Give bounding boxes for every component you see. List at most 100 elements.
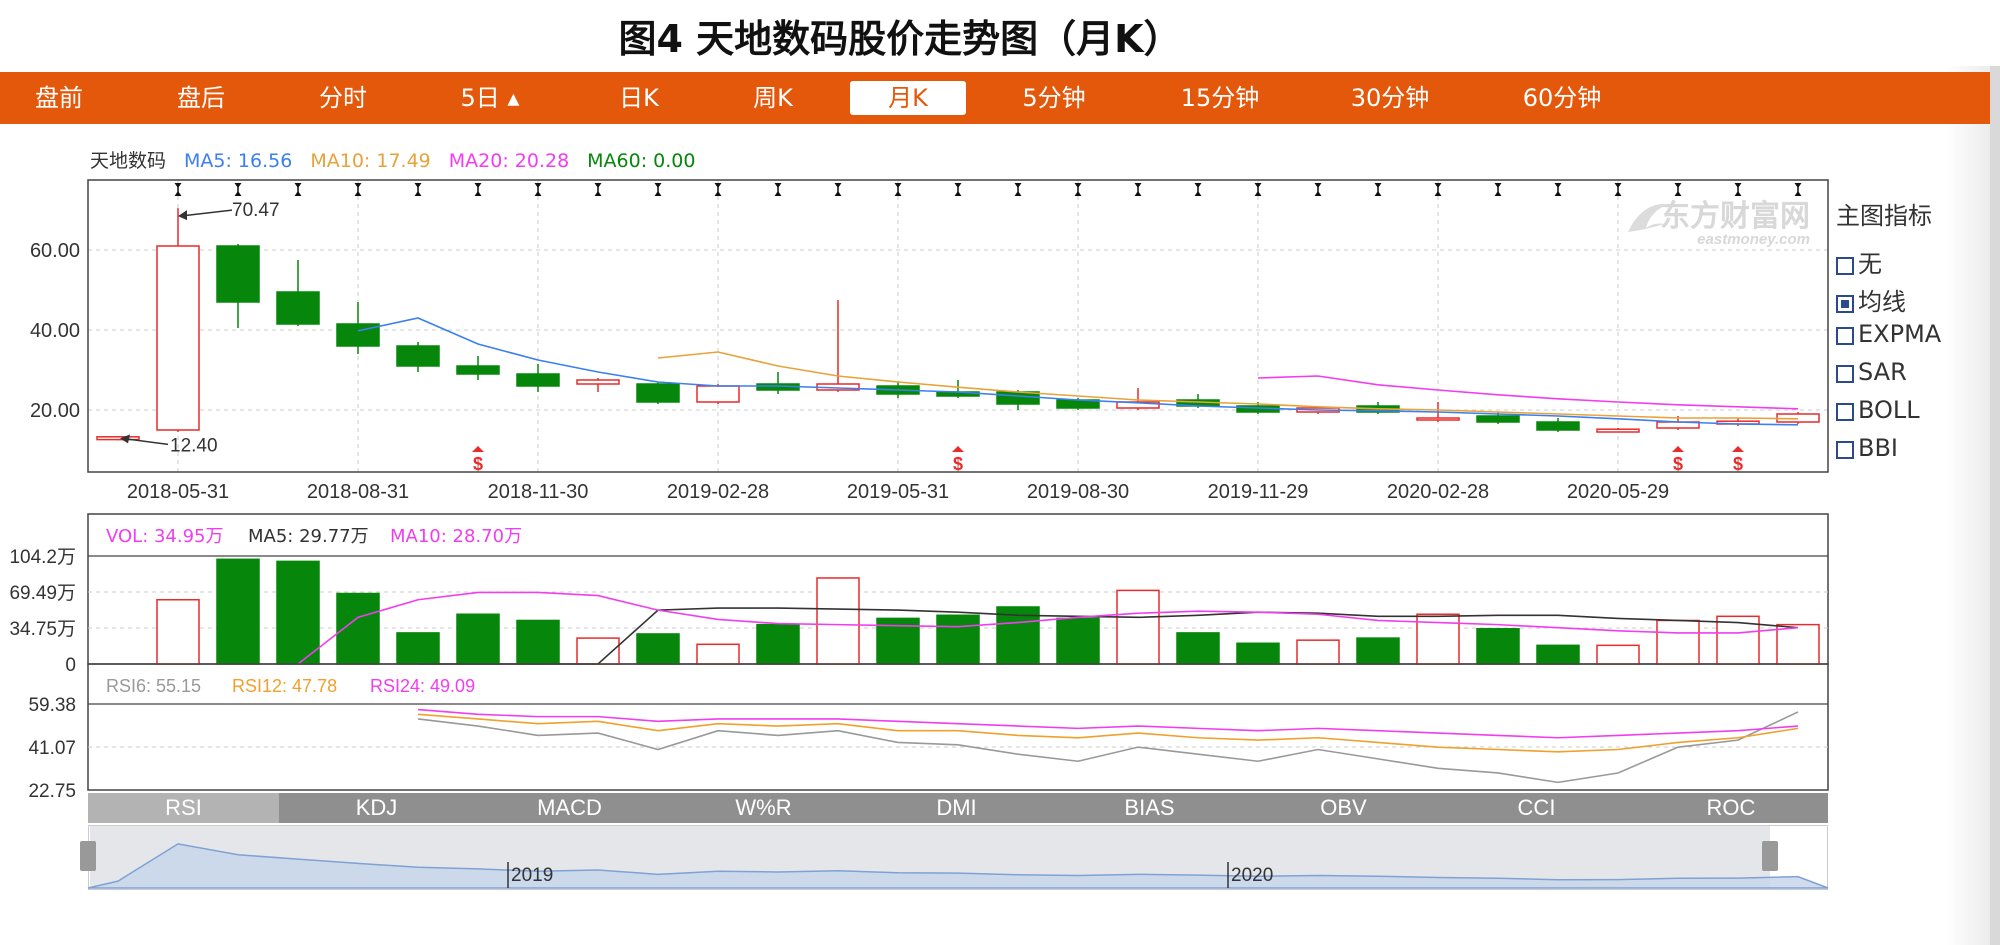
dividend-marker-glyph: $: [473, 454, 483, 474]
month-pin-icon: [594, 183, 602, 196]
date-x-tick: 2018-05-31: [127, 481, 229, 503]
volume-bar: [816, 577, 860, 665]
dividend-marker-glyph: $: [1673, 454, 1683, 474]
max-price-label: 70.47: [232, 200, 280, 221]
volume-legend-ma5: MA5: 29.77万: [248, 526, 369, 547]
volume-ma-line-ma5: [418, 607, 1799, 665]
month-pin-icon: [534, 183, 542, 196]
candle-body: [576, 379, 620, 385]
rsi-legend-rsi12: RSI12: 47.78: [232, 676, 337, 696]
volume-bar: [276, 560, 320, 665]
candle: [636, 382, 680, 404]
rsi-y-tick: 41.07: [28, 738, 76, 759]
month-pin-icon: [1014, 183, 1022, 196]
volume-bar: [1476, 628, 1520, 665]
volume-legend-ma10: MA10: 28.70万: [390, 526, 522, 547]
volume-bar: [1776, 623, 1820, 665]
volume-bar: [636, 633, 680, 665]
rsi-line-rsi24: [417, 708, 1799, 739]
navigator-year-label: 2019: [511, 865, 553, 886]
volume-bar: [456, 613, 500, 665]
dividend-marker-arrow: [1672, 446, 1684, 452]
watermark-subtext: eastmoney.com: [1697, 231, 1810, 248]
dividend-marker-glyph: $: [1733, 454, 1743, 474]
candle-body: [156, 245, 200, 431]
month-pin-icon: [1134, 183, 1142, 196]
candle: [396, 342, 440, 372]
volume-bar: [756, 623, 800, 665]
candle: [216, 244, 260, 328]
month-pin-icon: [1674, 183, 1682, 196]
month-pin-icon: [834, 183, 842, 196]
dividend-marker-icon: $: [1672, 446, 1684, 474]
rsi-y-tick: 59.38: [28, 695, 76, 716]
volume-bar: [696, 643, 740, 665]
dividend-marker-arrow: [952, 446, 964, 452]
ma-line-ma20: [1257, 375, 1799, 410]
volume-bar: [1056, 617, 1100, 665]
candle-body: [276, 291, 320, 325]
max-arrow-icon: [178, 210, 187, 221]
volume-bar: [1236, 642, 1280, 665]
candle-body: [636, 383, 680, 403]
month-pin-icon: [1374, 183, 1382, 196]
date-x-tick: 2018-11-30: [488, 481, 589, 503]
min-price-label: 12.40: [170, 435, 218, 456]
candle-body: [1536, 421, 1580, 431]
volume-bar: [516, 619, 560, 665]
month-pin-icon: [894, 183, 902, 196]
dividend-marker-icon: $: [1732, 446, 1744, 474]
max-pointer-line: [179, 209, 233, 217]
volume-bar: [156, 598, 200, 665]
month-pin-icon: [954, 183, 962, 196]
date-x-tick: 2019-02-28: [667, 481, 769, 503]
volume-y-tick: 69.49万: [9, 583, 76, 604]
month-pin-icon: [1254, 183, 1262, 196]
candle: [156, 208, 200, 432]
candle-body: [456, 365, 500, 375]
dividend-marker-arrow: [1732, 446, 1744, 452]
month-pin-icon: [1794, 183, 1802, 196]
volume-bar: [1296, 639, 1340, 665]
candle-body: [516, 373, 560, 387]
rsi-legend-rsi6: RSI6: 55.15: [106, 676, 201, 696]
month-pin-icon: [294, 183, 302, 196]
price-y-tick: 40.00: [30, 320, 80, 342]
rsi-legend-rsi24: RSI24: 49.09: [370, 676, 475, 696]
volume-bar: [1536, 644, 1580, 665]
dividend-marker-arrow: [472, 446, 484, 452]
navigator-year-label: 2020: [1231, 865, 1273, 886]
volume-y-tick: 104.2万: [9, 547, 76, 568]
candle: [756, 372, 800, 394]
watermark-text: 东方财富网: [1660, 199, 1810, 234]
month-pin-icon: [234, 183, 242, 196]
volume-bar: [1656, 619, 1700, 665]
dividend-marker-glyph: $: [953, 454, 963, 474]
candle: [696, 384, 740, 404]
month-pin-icon: [474, 183, 482, 196]
month-pin-icon: [1074, 183, 1082, 196]
month-pin-icon: [1314, 183, 1322, 196]
volume-bar: [1116, 589, 1160, 665]
rsi-line-rsi12: [417, 713, 1799, 753]
date-x-tick: 2019-05-31: [847, 481, 949, 503]
rsi-panel-frame: [87, 663, 1829, 791]
month-pin-icon: [1734, 183, 1742, 196]
navigator-right-handle[interactable]: [1762, 841, 1778, 871]
date-x-tick: 2019-11-29: [1208, 481, 1309, 503]
date-x-tick: 2018-08-31: [307, 481, 409, 503]
candle: [1536, 418, 1580, 432]
month-pin-icon: [1554, 183, 1562, 196]
candle-body: [1596, 428, 1640, 433]
date-x-tick: 2019-08-30: [1027, 481, 1129, 503]
volume-bar: [1356, 637, 1400, 665]
candle: [1596, 428, 1640, 433]
month-pin-icon: [714, 183, 722, 196]
dividend-marker-icon: $: [472, 446, 484, 474]
month-pin-icon: [414, 183, 422, 196]
month-pin-icon: [1434, 183, 1442, 196]
navigator-left-handle[interactable]: [80, 841, 96, 871]
candle-body: [1416, 417, 1460, 421]
month-pin-icon: [174, 183, 182, 196]
dividend-marker-icon: $: [952, 446, 964, 474]
